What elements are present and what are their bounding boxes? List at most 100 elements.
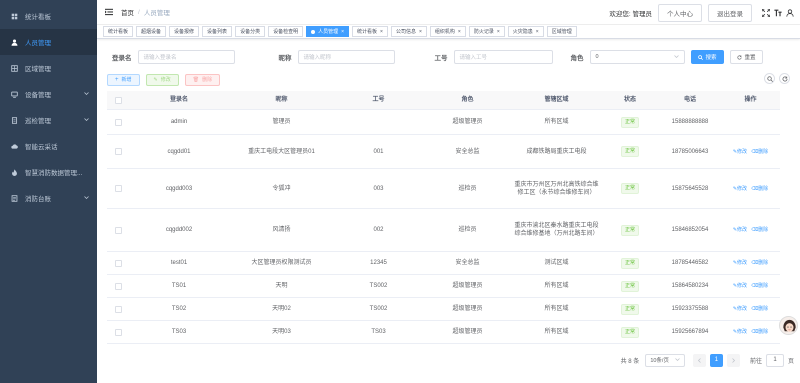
table-row[interactable]: TS01 天明 TS002 超级管理员 所有区域 正常 15864580234 ✎ 修改 ⌫ 删除 [107,275,780,298]
font-size-icon[interactable] [773,8,782,17]
table-row[interactable]: cqgdd003 令狐冲 003 巡检员 重庆市万州区万州北高铁综合维修工区（永节综合维… [107,169,780,209]
column-header: 登录名 [169,97,188,103]
row-checkbox[interactable] [114,118,122,126]
row-edit-button[interactable]: ✎ 修改 [733,328,747,336]
job-number-input[interactable]: 请输入工号 [453,50,553,64]
row-edit-button[interactable]: ✎ 修改 [733,226,747,234]
row-edit-button[interactable]: ✎ 修改 [733,148,747,156]
user-avatar-icon[interactable] [785,8,794,17]
tag-item[interactable]: 火灾隐患 × [507,26,544,37]
cell-nickname: 天明02 [272,306,291,312]
refresh-icon [782,76,787,81]
close-icon[interactable]: × [497,29,500,35]
hamburger-icon[interactable] [105,8,113,16]
sidebar-item[interactable]: 设备管理 [0,81,97,107]
goto-page-input[interactable]: 1 [765,353,784,367]
cell-area: 重庆市万州区万州北高铁综合维修工区（永节综合维修车间） [514,181,599,196]
row-delete-button[interactable]: ⌫ 删除 [751,328,768,336]
close-icon[interactable]: × [458,29,461,35]
tag-item[interactable]: 统计看板 × [352,26,388,37]
close-icon[interactable]: × [380,29,383,35]
close-icon[interactable]: × [419,29,422,35]
tag-item[interactable]: 统计看板 [103,26,134,37]
row-checkbox[interactable] [114,185,122,192]
tag-item[interactable]: 人员管理 × [306,26,350,37]
cell-nickname: 天明03 [272,329,291,335]
trash-icon: ⌫ [751,148,759,155]
page-size-select[interactable]: 10条/页 [645,353,685,367]
sidebar-item[interactable]: 人员管理 [0,29,97,55]
nickname-input[interactable]: 请输入昵称 [297,50,395,64]
sidebar-item[interactable]: 统计看板 [0,3,97,29]
prev-page-button[interactable] [692,353,706,367]
row-edit-button[interactable]: ✎ 修改 [733,259,747,267]
toggle-search-button[interactable] [764,73,775,84]
row-edit-button[interactable]: ✎ 修改 [733,282,747,290]
next-page-button[interactable] [726,353,740,367]
table-row[interactable]: test01 大区管理员权限测试员 12345 安全总监 测试区域 正常 187854465… [107,252,780,275]
fullscreen-icon[interactable] [761,8,770,17]
row-delete-button[interactable]: ⌫ 删除 [751,305,768,313]
page-number-button[interactable]: 1 [709,353,723,367]
row-edit-button[interactable]: ✎ 修改 [733,305,747,313]
tag-item[interactable]: 区域管理 [546,26,577,37]
row-delete-button[interactable]: ⌫ 删除 [751,185,768,193]
row-checkbox[interactable] [114,259,122,267]
table-row[interactable]: TS02 天明02 TS002 超级管理员 所有区域 正常 15923375588 ✎ 修改 ⌫ 删… [107,298,780,321]
edit-button[interactable]: ✎ 修改 [145,73,179,86]
login-name-input[interactable]: 请输入登录名 [137,50,235,64]
tag-item[interactable]: 防火记录 × [468,26,505,37]
breadcrumb-home[interactable]: 首页 [121,7,134,17]
select-all-checkbox[interactable] [114,96,122,104]
role-select[interactable]: 0 [589,50,685,64]
search-button[interactable]: 搜索 [690,50,724,64]
sidebar-item[interactable]: 智能云采话 [0,133,97,159]
tag-item[interactable]: 设备检查明 [268,26,304,37]
row-edit-button[interactable]: ✎ 修改 [733,185,747,193]
row-checkbox[interactable] [114,148,122,155]
total-count: 共 8 条 [620,358,640,365]
floating-assistant-avatar[interactable] [779,316,798,335]
sidebar-item[interactable]: 巡检管理 [0,107,97,133]
nickname-label: 昵称 [278,55,292,62]
logout-button[interactable]: 退出登录 [708,3,752,22]
row-delete-button[interactable]: ⌫ 删除 [751,148,768,156]
table-row[interactable]: cqgdd002 风清扬 002 巡检员 重庆市渝北区秦水路重庆工电段综合维修基地（万州… [107,209,780,252]
row-delete-button[interactable]: ⌫ 删除 [751,226,768,234]
row-checkbox[interactable] [114,226,122,234]
tag-item[interactable]: 公司信息 × [390,26,427,37]
sidebar-item[interactable]: 消防台账 [0,185,97,211]
tag-item[interactable]: 设备分类 [235,26,266,37]
row-delete-button[interactable]: ⌫ 删除 [751,259,768,267]
sidebar-item[interactable]: 智慧消防数据管理... [0,159,97,185]
close-icon[interactable]: × [341,29,344,35]
tag-item[interactable]: 超烟设备 [136,26,167,37]
row-checkbox[interactable] [114,328,122,336]
cell-phone: 15846852054 [671,227,709,233]
trash-icon: ⌫ [751,185,759,192]
add-button[interactable]: + 新增 [107,73,140,86]
dashboard-icon [10,12,18,20]
refresh-button[interactable] [779,73,790,84]
table-row[interactable]: cqgdd01 重庆工电段大区管理员01 001 安全总监 成都铁路局重庆工电段 正常 18… [107,135,780,169]
table-row[interactable]: TS03 天明03 TS03 超级管理员 所有区域 正常 15925667894 ✎ 修改 ⌫ 删除 [107,321,780,344]
row-delete-button[interactable]: ⌫ 删除 [751,282,768,290]
personal-center-button[interactable]: 个人中心 [658,3,702,22]
cell-nickname: 令狐冲 [272,185,291,192]
reset-button[interactable]: 重置 [729,50,763,64]
trash-icon: ⌫ [751,329,759,335]
tag-item[interactable]: 组织机构 × [429,26,466,37]
tag-item[interactable]: 设备报修 [169,26,200,37]
sidebar-item[interactable]: 区域管理 [0,55,97,81]
sidebar-item-label: 智慧消防数据管理... [25,170,83,177]
table-row[interactable]: admin 管理员 超级管理员 所有区域 正常 15888888888 [107,110,780,135]
cell-role: 安全总监 [455,260,480,266]
row-checkbox[interactable] [114,282,122,290]
delete-button[interactable]: 🗑 删除 [184,73,221,86]
chevron-down-icon [84,91,89,98]
cell-role: 超级管理员 [452,329,483,335]
cell-role: 超级管理员 [452,119,483,125]
close-icon[interactable]: × [536,29,539,35]
row-checkbox[interactable] [114,305,122,313]
tag-item[interactable]: 设备列表 [202,26,233,37]
